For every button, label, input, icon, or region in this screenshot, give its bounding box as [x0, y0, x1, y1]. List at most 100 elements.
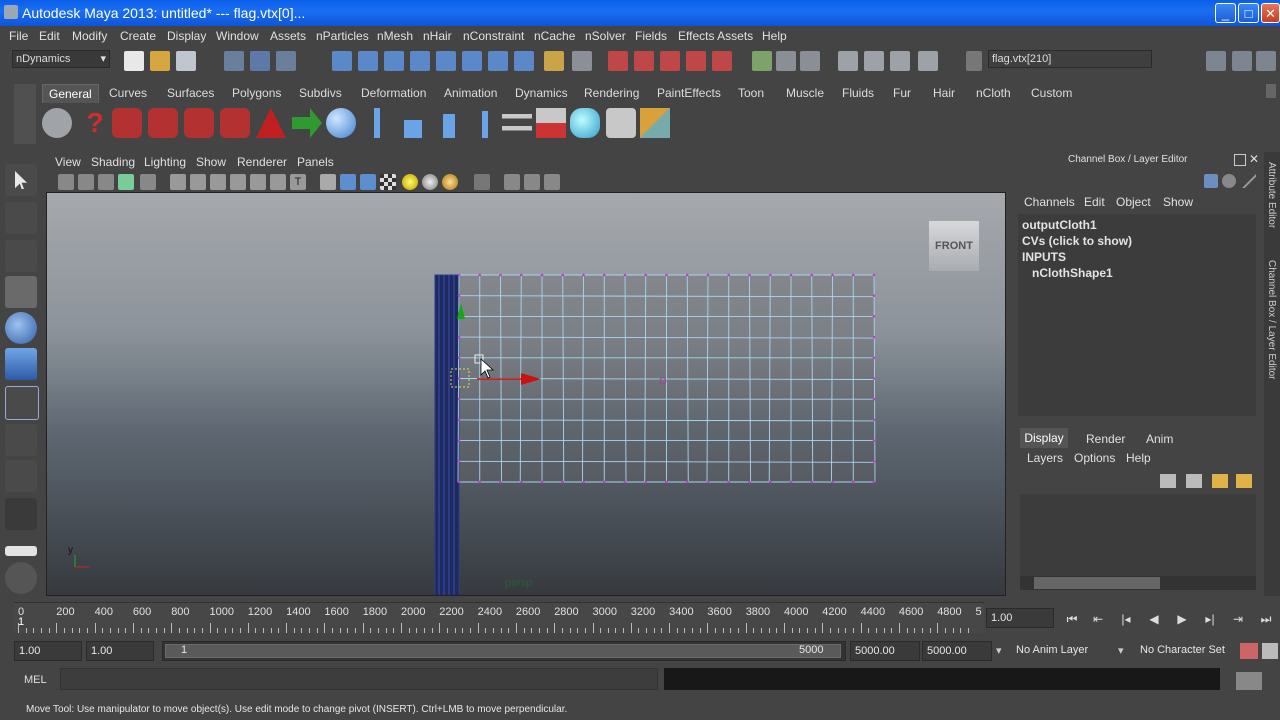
mesh-vertex[interactable]: [644, 480, 648, 484]
end-time-field[interactable]: 5000.00: [922, 641, 992, 661]
mesh-vertex[interactable]: [872, 418, 876, 422]
shelf-tab-deformation[interactable]: Deformation: [361, 84, 426, 102]
attribute-editor-toggle-icon[interactable]: [1206, 51, 1226, 71]
safe-title-icon[interactable]: T: [290, 174, 306, 190]
auto-key-icon[interactable]: [1240, 643, 1258, 659]
cb-menu-object[interactable]: Object: [1116, 195, 1151, 209]
menu-assets[interactable]: Assets: [270, 29, 306, 43]
panel-menu-lighting[interactable]: Lighting: [144, 155, 186, 169]
move-tool-icon[interactable]: [5, 276, 37, 308]
camera-2d-pan-icon[interactable]: [140, 174, 156, 190]
rename-field-icon[interactable]: [966, 51, 982, 71]
construction-history-icon[interactable]: [572, 51, 592, 71]
layout-single-icon[interactable]: [5, 546, 37, 556]
mesh-vertex[interactable]: [457, 335, 461, 339]
current-time-field[interactable]: 1.00: [986, 608, 1054, 628]
new-layer-selected-icon[interactable]: [1186, 474, 1202, 488]
minimize-button[interactable]: _: [1215, 3, 1236, 23]
mesh-vertex[interactable]: [602, 480, 606, 484]
soft-modification-icon[interactable]: [5, 424, 37, 456]
step-back-frame-icon[interactable]: |◂: [1118, 612, 1134, 626]
wireframe-on-shaded-icon[interactable]: [360, 174, 376, 190]
anim-layer-dropdown[interactable]: No Anim Layer: [1016, 644, 1088, 656]
step-forward-key-icon[interactable]: ⇥: [1230, 612, 1246, 626]
snap-view-icon[interactable]: [488, 51, 508, 71]
shelf-tab-general[interactable]: General: [42, 84, 99, 103]
mesh-vertex[interactable]: [872, 294, 876, 297]
mesh-vertex[interactable]: [665, 480, 668, 484]
cluster-icon[interactable]: [404, 120, 422, 138]
mesh-vertex[interactable]: [457, 273, 461, 277]
mesh-vertex[interactable]: [768, 273, 772, 277]
snap-curve-icon[interactable]: [358, 51, 378, 71]
isolate-select-icon[interactable]: [474, 174, 490, 190]
cone-icon[interactable]: [256, 108, 286, 138]
mesh-vertex[interactable]: [478, 273, 482, 277]
range-slider-track[interactable]: 1 5000: [162, 641, 846, 661]
camera-attributes-icon[interactable]: [58, 174, 74, 190]
chevron-down-icon[interactable]: ▾: [1118, 644, 1124, 657]
component-xray-icon[interactable]: [544, 174, 560, 190]
snap-vertex-icon[interactable]: [462, 51, 482, 71]
object-name[interactable]: outputCloth1: [1022, 218, 1097, 232]
menu-create[interactable]: Create: [120, 29, 156, 43]
mesh-vertex[interactable]: [685, 480, 689, 484]
new-layer-star-selected-icon[interactable]: [1236, 474, 1252, 488]
layer-menu-options[interactable]: Options: [1074, 451, 1115, 465]
layer-menu-layers[interactable]: Layers: [1027, 451, 1063, 465]
mesh-vertex[interactable]: [706, 273, 710, 277]
speed-icon[interactable]: [1222, 174, 1236, 188]
shadows-icon[interactable]: [422, 174, 438, 190]
mesh-vertex[interactable]: [872, 439, 876, 442]
material-icon[interactable]: [570, 108, 600, 138]
render-settings-icon[interactable]: [660, 51, 680, 71]
shelf-tab-painteffects[interactable]: PaintEffects: [657, 84, 721, 102]
shelf-tab-subdivs[interactable]: Subdivs: [299, 84, 342, 102]
cb-menu-show[interactable]: Show: [1163, 195, 1193, 209]
cb-menu-channels[interactable]: Channels: [1024, 195, 1075, 209]
lock-icon[interactable]: [544, 51, 564, 71]
cvs-toggle[interactable]: CVs (click to show): [1022, 234, 1132, 248]
panel-menu-view[interactable]: View: [55, 155, 81, 169]
menu-effects-assets[interactable]: Effects Assets: [678, 29, 753, 43]
menu-file[interactable]: File: [9, 29, 28, 43]
mesh-vertex[interactable]: [540, 480, 544, 484]
mesh-vertex[interactable]: [872, 315, 876, 318]
mesh-vertex[interactable]: [519, 480, 523, 484]
shelf-tab-muscle[interactable]: Muscle: [786, 84, 824, 102]
select-hierarchy-icon[interactable]: [224, 51, 244, 71]
menu-nhair[interactable]: nHair: [423, 29, 452, 43]
image-plane-icon[interactable]: [98, 174, 114, 190]
mesh-vertex[interactable]: [457, 377, 461, 380]
mesh-vertex[interactable]: [457, 460, 461, 463]
mesh-vertex[interactable]: [623, 273, 627, 277]
mesh-vertex[interactable]: [478, 480, 482, 484]
panel-menu-show[interactable]: Show: [196, 155, 226, 169]
mesh-vertex[interactable]: [519, 273, 523, 277]
mesh-vertex[interactable]: [457, 480, 461, 484]
sphere-icon[interactable]: [326, 108, 356, 138]
component-icon[interactable]: [606, 108, 636, 138]
mesh-vertex[interactable]: [582, 273, 585, 277]
layer-list-scrollbar[interactable]: [1020, 576, 1256, 590]
camera-bookmark-icon[interactable]: [78, 174, 94, 190]
shelf-tab-fur[interactable]: Fur: [893, 84, 911, 102]
shelf-tab-dynamics[interactable]: Dynamics: [515, 84, 568, 102]
mesh-vertex[interactable]: [561, 480, 565, 484]
maximize-button[interactable]: □: [1238, 3, 1259, 23]
mesh-vertex[interactable]: [872, 273, 876, 277]
gate-mask-icon[interactable]: [230, 174, 246, 190]
shelf-tab-fluids[interactable]: Fluids: [842, 84, 874, 102]
mesh-vertex[interactable]: [748, 273, 751, 277]
select-component-icon[interactable]: [276, 51, 296, 71]
brush-icon[interactable]: [640, 108, 670, 138]
start-time-field[interactable]: 1.00: [14, 641, 82, 661]
mesh-vertex[interactable]: [872, 480, 876, 484]
mesh-vertex[interactable]: [789, 273, 793, 277]
grid-toggle-icon[interactable]: [170, 174, 186, 190]
view-cube[interactable]: FRONT: [929, 221, 979, 271]
channel-box-toggle-icon[interactable]: [1256, 51, 1276, 71]
clapper-icon-4[interactable]: [220, 108, 250, 138]
snap-point-icon[interactable]: [384, 51, 404, 71]
manipulator-icon[interactable]: [1204, 174, 1218, 188]
